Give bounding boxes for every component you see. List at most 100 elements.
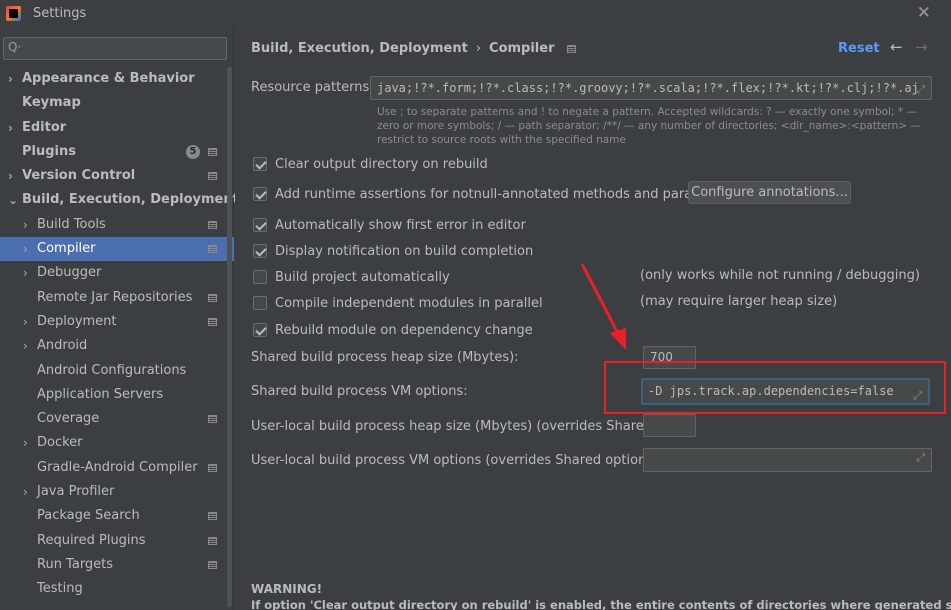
sidebar-item[interactable]: Remote Jar Repositories xyxy=(0,286,234,310)
back-arrow-icon[interactable]: ← xyxy=(890,38,903,56)
sidebar-item[interactable]: › Docker xyxy=(0,431,234,455)
project-scope-icon xyxy=(208,560,217,569)
chevron-right-icon[interactable]: › xyxy=(8,164,13,188)
breadcrumb: Build, Execution, Deployment › Compiler xyxy=(251,41,576,56)
sidebar-item-label: Application Servers xyxy=(37,386,164,402)
sidebar-item-label: Gradle-Android Compiler xyxy=(37,459,198,475)
sidebar-item-label: Android xyxy=(37,338,88,354)
option-row[interactable]: Compile independent modules in parallel xyxy=(253,294,543,312)
sidebar-item[interactable]: › Android xyxy=(0,334,234,358)
breadcrumb-separator: › xyxy=(475,41,482,56)
chevron-right-icon[interactable]: › xyxy=(8,67,13,91)
vm-options-label: Shared build process VM options: xyxy=(251,384,468,399)
option-label: Build project automatically xyxy=(275,269,450,285)
user-vm-field[interactable]: ⤢ xyxy=(643,448,932,472)
sidebar-item[interactable]: Keymap xyxy=(0,91,234,115)
chevron-right-icon[interactable]: › xyxy=(8,116,13,140)
heap-size-label: Shared build process heap size (Mbytes): xyxy=(251,350,519,365)
resource-patterns-hint: Use ; to separate patterns and ! to nega… xyxy=(377,106,921,146)
sidebar-item[interactable]: › Appearance & Behavior xyxy=(0,67,234,91)
sidebar-scrollbar[interactable] xyxy=(227,67,232,607)
option-row[interactable]: Build project automatically xyxy=(253,268,450,286)
sidebar-item[interactable]: Coverage xyxy=(0,407,234,431)
user-heap-label: User-local build process heap size (Mbyt… xyxy=(251,419,691,434)
option-checkbox[interactable] xyxy=(253,157,267,171)
compiler-settings-panel: Build, Execution, Deployment › Compiler … xyxy=(235,27,951,610)
sidebar-item[interactable]: ⌄ Build, Execution, Deployment xyxy=(0,188,239,212)
option-row[interactable]: Automatically show first error in editor xyxy=(253,216,526,234)
project-scope-icon xyxy=(208,536,217,545)
resource-patterns-field[interactable]: java;!?*.form;!?*.class;!?*.groovy;!?*.s… xyxy=(370,76,932,100)
option-checkbox[interactable] xyxy=(253,187,267,201)
chevron-right-icon[interactable]: › xyxy=(23,310,28,334)
close-icon[interactable]: ✕ xyxy=(917,3,931,23)
option-label: Display notification on build completion xyxy=(275,243,534,259)
user-heap-field[interactable] xyxy=(643,414,696,437)
sidebar-item[interactable]: Package Search xyxy=(0,504,234,528)
expand-icon[interactable]: ⤢ xyxy=(916,79,925,99)
project-scope-icon xyxy=(208,512,217,521)
option-checkbox[interactable] xyxy=(253,244,267,258)
option-label: Compile independent modules in parallel xyxy=(275,295,543,311)
forward-arrow-icon[interactable]: → xyxy=(915,38,928,56)
sidebar-item-label: Keymap xyxy=(22,95,81,111)
highlight-box xyxy=(604,361,946,414)
project-scope-icon xyxy=(208,220,217,229)
chevron-down-icon[interactable]: ⌄ xyxy=(8,188,18,212)
window-title: Settings xyxy=(33,6,87,21)
sidebar-item-label: Java Profiler xyxy=(37,484,115,500)
sidebar-item[interactable]: Gradle-Android Compiler xyxy=(0,456,234,480)
sidebar-item-label: Appearance & Behavior xyxy=(22,71,195,86)
expand-icon[interactable]: ⤢ xyxy=(916,451,925,465)
sidebar-item[interactable]: › Version Control xyxy=(0,164,234,188)
project-scope-icon xyxy=(566,44,576,53)
option-row[interactable]: Rebuild module on dependency change xyxy=(253,321,533,339)
warning-text: If option 'Clear output directory on reb… xyxy=(251,598,951,610)
sidebar-item-label: Testing xyxy=(37,581,83,597)
option-checkbox[interactable] xyxy=(253,323,267,337)
sidebar-item[interactable]: › Build Tools xyxy=(0,213,234,237)
chevron-right-icon[interactable]: › xyxy=(23,431,28,455)
chevron-right-icon[interactable]: › xyxy=(23,237,28,261)
option-row[interactable]: Add runtime assertions for notnull-annot… xyxy=(253,185,738,203)
sidebar-item-label: Debugger xyxy=(37,265,102,281)
search-input[interactable]: Q· xyxy=(3,37,227,60)
sidebar-item[interactable]: Testing xyxy=(0,577,234,601)
sidebar-item[interactable]: › Debugger xyxy=(0,261,234,285)
option-row[interactable]: Clear output directory on rebuild xyxy=(253,155,488,173)
reset-link[interactable]: Reset xyxy=(838,41,880,56)
option-checkbox[interactable] xyxy=(253,270,267,284)
chevron-right-icon[interactable]: › xyxy=(23,334,28,358)
sidebar-item[interactable]: Plugins 5 xyxy=(0,140,234,164)
chevron-right-icon[interactable]: › xyxy=(23,480,28,504)
sidebar-item-label: Editor xyxy=(22,119,67,135)
sidebar-item-label: Run Targets xyxy=(37,556,114,572)
option-checkbox[interactable] xyxy=(253,218,267,232)
option-row[interactable]: Display notification on build completion xyxy=(253,242,533,260)
sidebar-item-label: Android Configurations xyxy=(37,362,187,378)
title-bar: Settings ✕ xyxy=(0,0,951,27)
chevron-right-icon[interactable]: › xyxy=(23,213,28,237)
sidebar-item[interactable]: › Compiler xyxy=(0,237,234,262)
sidebar-item[interactable]: Required Plugins xyxy=(0,529,234,553)
sidebar-item[interactable]: › Java Profiler xyxy=(0,480,234,504)
configure-annotations-button[interactable]: Configure annotations... xyxy=(688,181,851,204)
sidebar-item[interactable]: Android Configurations xyxy=(0,359,234,383)
sidebar-item[interactable]: › Editor xyxy=(0,116,234,140)
option-checkbox[interactable] xyxy=(253,296,267,310)
option-label: Rebuild module on dependency change xyxy=(275,322,533,338)
breadcrumb-current: Compiler xyxy=(489,41,555,56)
sidebar-item-label: Build Tools xyxy=(37,216,106,232)
sidebar-item-label: Compiler xyxy=(37,241,96,257)
sidebar-item-label: Package Search xyxy=(37,508,140,524)
sidebar-item-label: Docker xyxy=(37,435,83,451)
sidebar-item[interactable]: Run Targets xyxy=(0,553,234,577)
sidebar-item[interactable]: Application Servers xyxy=(0,383,234,407)
option-label: Automatically show first error in editor xyxy=(275,217,526,233)
sidebar-item-label: Required Plugins xyxy=(37,532,146,548)
chevron-right-icon[interactable]: › xyxy=(23,261,28,285)
sidebar-item[interactable]: › Deployment xyxy=(0,310,234,334)
option-note: (may require larger heap size) xyxy=(640,294,838,309)
breadcrumb-parent[interactable]: Build, Execution, Deployment xyxy=(251,41,468,56)
option-label: Add runtime assertions for notnull-annot… xyxy=(275,186,739,202)
